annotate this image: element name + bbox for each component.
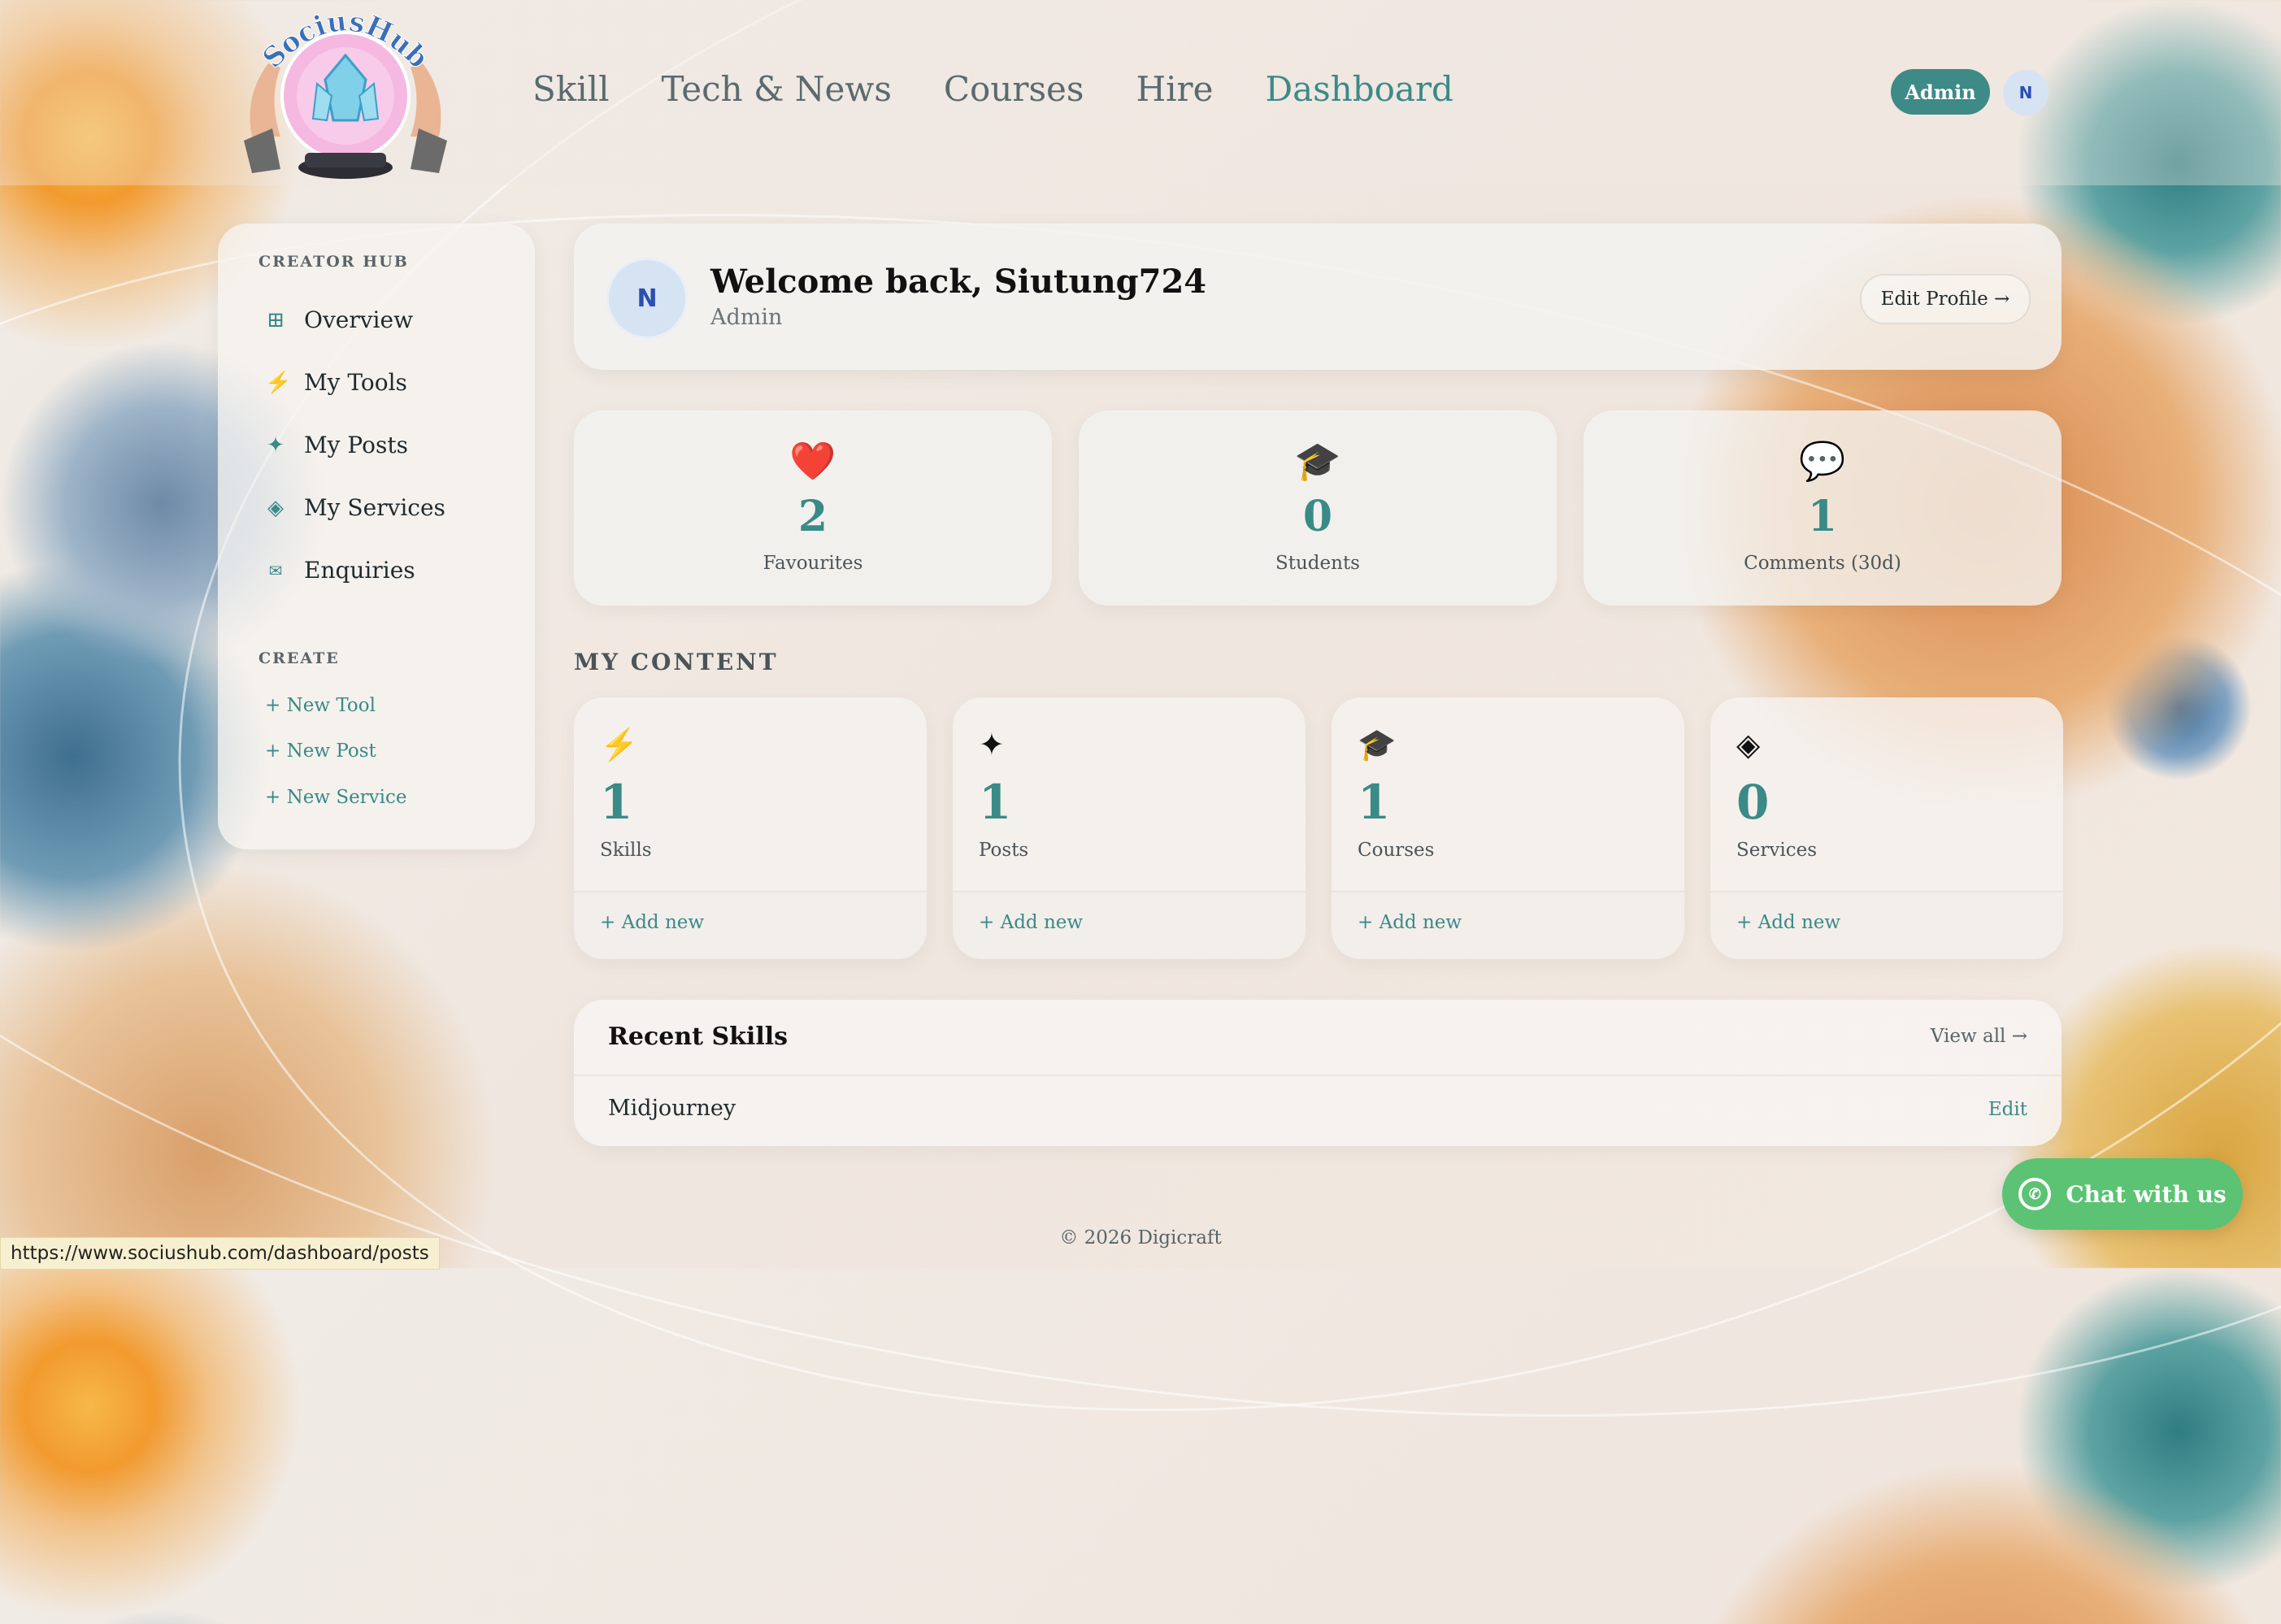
- add-service-link[interactable]: + Add new: [1736, 912, 1840, 933]
- stat-value: 2: [797, 492, 828, 541]
- add-course-link[interactable]: + Add new: [1358, 912, 1462, 933]
- content-label: Skills: [600, 840, 652, 861]
- chat-label: Chat with us: [2066, 1180, 2227, 1208]
- sidebar-section-label: CREATOR HUB: [259, 253, 409, 271]
- nav-skill[interactable]: Skill: [532, 69, 610, 109]
- nav-courses[interactable]: Courses: [944, 69, 1084, 109]
- admin-badge-button[interactable]: Admin: [1891, 69, 1990, 115]
- sidebar-item-label: Enquiries: [304, 557, 415, 584]
- content-count: 1: [979, 775, 1012, 830]
- user-avatar[interactable]: N: [2003, 70, 2049, 115]
- content-card-footer: + Add new: [1710, 891, 2063, 959]
- content-card-skills: ⚡ 1 Skills + Add new: [574, 697, 927, 959]
- sidebar-item-my-posts[interactable]: ✦ My Posts: [265, 432, 408, 458]
- content-count: 1: [600, 775, 633, 830]
- envelope-icon: ✉: [268, 560, 283, 580]
- sidebar-item-my-services[interactable]: ◈ My Services: [265, 494, 445, 521]
- lightning-icon: ⚡: [265, 370, 292, 395]
- content-label: Posts: [979, 840, 1029, 861]
- nav-tech-news[interactable]: Tech & News: [662, 69, 892, 109]
- sidebar-item-label: My Tools: [304, 369, 407, 396]
- welcome-role: Admin: [710, 305, 783, 330]
- content-label: Services: [1736, 840, 1818, 861]
- main-nav: Skill Tech & News Courses Hire Dashboard: [532, 69, 1453, 109]
- sparkle-icon: ✦: [267, 432, 285, 458]
- stat-value: 0: [1302, 492, 1333, 541]
- grid-icon: ⊞: [267, 307, 285, 332]
- sidebar-item-label: Overview: [304, 306, 414, 333]
- new-post-link[interactable]: + New Post: [265, 740, 376, 762]
- edit-profile-button[interactable]: Edit Profile →: [1860, 274, 2031, 324]
- view-all-link[interactable]: View all →: [1931, 1026, 2027, 1047]
- content-card-footer: + Add new: [953, 891, 1306, 959]
- stat-label: Students: [1275, 553, 1360, 574]
- nav-hire[interactable]: Hire: [1136, 69, 1213, 109]
- new-service-link[interactable]: + New Service: [265, 787, 407, 808]
- stat-label: Comments (30d): [1744, 553, 1901, 574]
- whatsapp-icon: ✆: [2018, 1178, 2052, 1210]
- recent-skills-panel: Recent Skills View all → Midjourney Edit: [574, 1000, 2062, 1146]
- nav-dashboard[interactable]: Dashboard: [1265, 69, 1453, 109]
- chat-with-us-button[interactable]: ✆ Chat with us: [2002, 1158, 2243, 1230]
- graduation-cap-icon: 🎓: [1358, 727, 1397, 762]
- graduation-cap-icon: 🎓: [1294, 439, 1341, 483]
- welcome-title: Welcome back, Siutung724: [710, 263, 1207, 301]
- diamond-icon: ◈: [1736, 727, 1761, 762]
- add-post-link[interactable]: + Add new: [979, 912, 1083, 933]
- browser-status-url: https://www.sociushub.com/dashboard/post…: [0, 1237, 440, 1270]
- stat-label: Favourites: [763, 553, 863, 574]
- sidebar-item-label: My Posts: [304, 432, 408, 458]
- recent-skills-title: Recent Skills: [608, 1023, 789, 1051]
- diamond-icon: ◈: [267, 495, 284, 520]
- content-card-footer: + Add new: [574, 891, 927, 959]
- heart-icon: ❤️: [789, 439, 836, 483]
- new-tool-link[interactable]: + New Tool: [265, 695, 376, 716]
- content-card-footer: + Add new: [1332, 891, 1684, 959]
- speech-bubble-icon: 💬: [1799, 439, 1846, 483]
- my-content-heading: MY CONTENT: [574, 649, 779, 675]
- stat-card-favourites: ❤️ 2 Favourites: [574, 410, 1052, 606]
- content-card-services: ◈ 0 Services + Add new: [1710, 697, 2063, 959]
- sidebar-item-label: My Services: [304, 494, 445, 521]
- content-card-courses: 🎓 1 Courses + Add new: [1332, 697, 1684, 959]
- sidebar-create-label: CREATE: [259, 649, 340, 667]
- welcome-card: N Welcome back, Siutung724 Admin Edit Pr…: [574, 224, 2062, 370]
- add-skill-link[interactable]: + Add new: [600, 912, 704, 933]
- sociushub-logo[interactable]: SociusHub: [236, 7, 455, 181]
- sidebar-item-enquiries[interactable]: ✉ Enquiries: [265, 557, 415, 584]
- content-card-posts: ✦ 1 Posts + Add new: [953, 697, 1306, 959]
- creator-hub-sidebar: CREATOR HUB ⊞ Overview ⚡ My Tools ✦ My P…: [218, 224, 535, 849]
- edit-skill-link[interactable]: Edit: [1988, 1099, 2027, 1120]
- sidebar-item-my-tools[interactable]: ⚡ My Tools: [265, 369, 407, 396]
- content-count: 1: [1358, 775, 1391, 830]
- stat-card-students: 🎓 0 Students: [1079, 410, 1557, 606]
- lightning-icon: ⚡: [600, 727, 639, 762]
- sparkle-icon: ✦: [979, 727, 1005, 762]
- recent-skills-header: Recent Skills View all →: [574, 1000, 2062, 1076]
- recent-skill-name[interactable]: Midjourney: [608, 1096, 736, 1121]
- content-count: 0: [1736, 775, 1770, 830]
- stat-card-comments: 💬 1 Comments (30d): [1584, 410, 2062, 606]
- profile-avatar: N: [606, 258, 688, 339]
- sidebar-item-overview[interactable]: ⊞ Overview: [265, 306, 413, 333]
- site-header: SociusHub Skill Tech & News Courses Hire…: [0, 0, 2281, 185]
- content-label: Courses: [1358, 840, 1435, 861]
- stat-value: 1: [1807, 492, 1838, 541]
